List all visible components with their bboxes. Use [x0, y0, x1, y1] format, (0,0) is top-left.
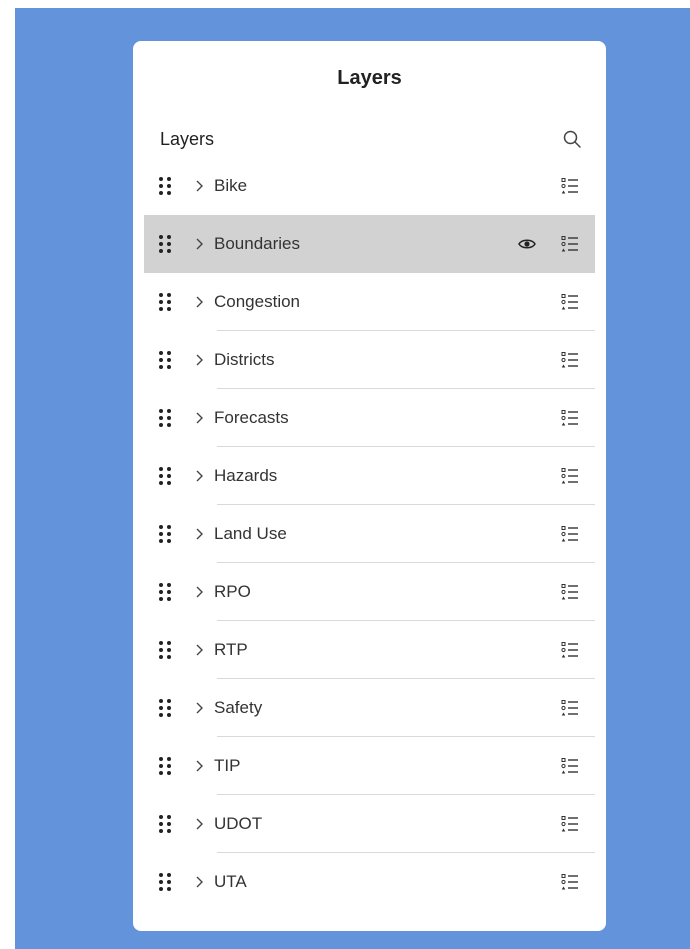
legend-list-icon[interactable] [561, 293, 579, 311]
layer-row[interactable]: UDOT [144, 795, 595, 853]
panel-header: Layers [133, 41, 606, 115]
drag-handle-icon[interactable] [155, 814, 175, 834]
chevron-right-icon[interactable] [193, 411, 207, 425]
drag-handle-icon[interactable] [155, 292, 175, 312]
drag-handle-icon[interactable] [155, 524, 175, 544]
chevron-right-icon[interactable] [193, 237, 207, 251]
drag-handle-icon[interactable] [155, 176, 175, 196]
chevron-right-icon[interactable] [193, 527, 207, 541]
drag-handle-icon[interactable] [155, 408, 175, 428]
eye-icon[interactable] [517, 237, 537, 251]
legend-list-icon[interactable] [561, 757, 579, 775]
search-icon[interactable] [560, 127, 584, 151]
drag-handle-icon[interactable] [155, 582, 175, 602]
layer-label: TIP [214, 756, 241, 775]
chevron-right-icon[interactable] [193, 353, 207, 367]
layer-row[interactable]: Boundaries [144, 215, 595, 273]
chevron-right-icon[interactable] [193, 295, 207, 309]
legend-list-icon[interactable] [561, 525, 579, 543]
layer-label: UTA [214, 872, 247, 891]
drag-handle-icon[interactable] [155, 698, 175, 718]
layer-row[interactable]: UTA [144, 853, 595, 911]
layer-label: Forecasts [214, 408, 289, 427]
drag-handle-icon[interactable] [155, 756, 175, 776]
layer-label: Safety [214, 698, 263, 717]
layers-panel: Layers Layers Bike Boundaries Congestion Di… [133, 41, 606, 931]
chevron-right-icon[interactable] [193, 469, 207, 483]
chevron-right-icon[interactable] [193, 817, 207, 831]
layer-label: RPO [214, 582, 251, 601]
layer-label: Hazards [214, 466, 278, 485]
layer-row[interactable]: Districts [144, 331, 595, 389]
layer-row[interactable]: Congestion [144, 273, 595, 331]
legend-list-icon[interactable] [561, 467, 579, 485]
layer-row[interactable]: TIP [144, 737, 595, 795]
layer-label: RTP [214, 640, 248, 659]
legend-list-icon[interactable] [561, 641, 579, 659]
layer-row[interactable]: Safety [144, 679, 595, 737]
layer-label: UDOT [214, 814, 263, 833]
drag-handle-icon[interactable] [155, 234, 175, 254]
layer-label: Congestion [214, 292, 301, 311]
legend-list-icon[interactable] [561, 583, 579, 601]
legend-list-icon[interactable] [561, 873, 579, 891]
drag-handle-icon[interactable] [155, 640, 175, 660]
legend-list-icon[interactable] [561, 409, 579, 427]
layer-list-title: Layers [160, 128, 215, 149]
layer-label: Boundaries [214, 234, 301, 253]
legend-list-icon[interactable] [561, 177, 579, 195]
panel-title: Layers [337, 66, 402, 89]
legend-list-icon[interactable] [561, 815, 579, 833]
layer-row[interactable]: Bike [144, 157, 595, 215]
legend-list-icon[interactable] [561, 699, 579, 717]
layer-label: Districts [214, 350, 275, 369]
layer-label: Bike [214, 176, 248, 195]
chevron-right-icon[interactable] [193, 875, 207, 889]
layer-row[interactable]: RPO [144, 563, 595, 621]
chevron-right-icon[interactable] [193, 643, 207, 657]
chevron-right-icon[interactable] [193, 701, 207, 715]
legend-list-icon[interactable] [561, 235, 579, 253]
layer-label: Land Use [214, 524, 287, 543]
chevron-right-icon[interactable] [193, 179, 207, 193]
layer-list: Bike Boundaries Congestion Districts Forecas… [133, 157, 606, 911]
chevron-right-icon[interactable] [193, 759, 207, 773]
layer-row[interactable]: RTP [144, 621, 595, 679]
layer-row[interactable]: Land Use [144, 505, 595, 563]
layer-row[interactable]: Forecasts [144, 389, 595, 447]
chevron-right-icon[interactable] [193, 585, 207, 599]
layer-row[interactable]: Hazards [144, 447, 595, 505]
legend-list-icon[interactable] [561, 351, 579, 369]
drag-handle-icon[interactable] [155, 466, 175, 486]
drag-handle-icon[interactable] [155, 350, 175, 370]
page-background: Layers Layers Bike Boundaries Congestion Di… [15, 8, 690, 949]
drag-handle-icon[interactable] [155, 872, 175, 892]
layer-list-header: Layers [133, 119, 606, 159]
